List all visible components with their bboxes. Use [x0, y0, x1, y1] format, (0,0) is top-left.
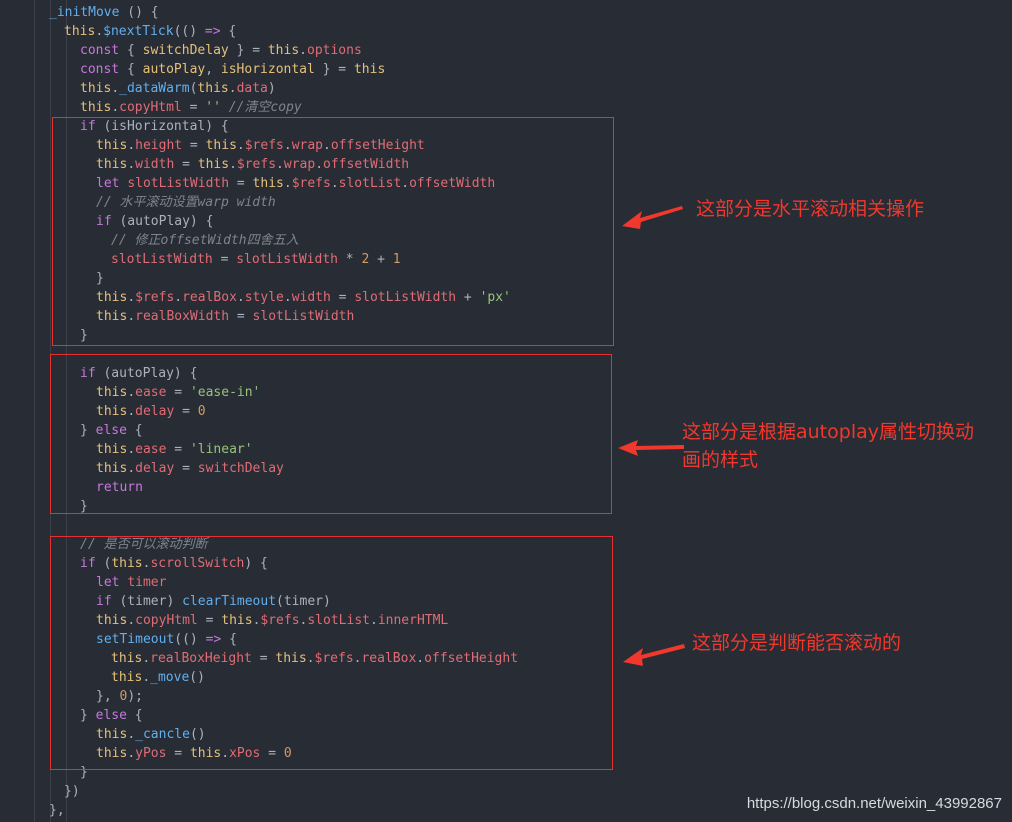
code-token: },	[49, 803, 65, 818]
code-token: =	[181, 100, 206, 115]
code-token: _initMove	[49, 5, 120, 20]
annotation-autoplay-line2: 画的样式	[682, 449, 759, 471]
code-token: } =	[228, 43, 268, 58]
code-token: $nextTick	[103, 24, 174, 39]
code-token: this	[267, 43, 300, 58]
code-editor[interactable]: _initMove () {this.$nextTick(() => {cons…	[0, 0, 1012, 822]
code-token: (()	[173, 24, 205, 39]
code-token: //清空copy	[228, 100, 302, 115]
code-token: .	[299, 43, 307, 58]
code-line: const { switchDelay } = this.options	[80, 41, 362, 60]
code-token: copyHtml	[119, 100, 182, 115]
code-token: isHorizontal	[220, 62, 315, 77]
code-token: data	[236, 81, 268, 96]
arrow-icon	[622, 206, 683, 229]
code-token: const	[80, 62, 120, 77]
code-token: .	[111, 81, 120, 96]
code-token: switchDelay	[142, 43, 229, 58]
code-token: this	[64, 24, 96, 39]
code-token: this	[80, 81, 112, 96]
code-token: .	[111, 100, 120, 115]
code-line: _initMove () {	[49, 3, 159, 22]
arrow-icon	[618, 440, 684, 456]
annotation-horizontal: 这部分是水平滚动相关操作	[696, 198, 925, 220]
annotation-autoplay-line1: 这部分是根据autoplay属性切换动	[682, 421, 974, 443]
code-token: options	[307, 43, 362, 58]
code-line: this.$nextTick(() => {	[64, 22, 236, 41]
code-line: },	[49, 801, 65, 820]
code-token: ,	[205, 62, 221, 77]
highlight-box-horizontal	[52, 117, 614, 346]
code-token: {	[119, 43, 143, 58]
highlight-box-autoplay	[50, 354, 612, 514]
code-line: this._dataWarm(this.data)	[80, 79, 276, 98]
watermark: https://blog.csdn.net/weixin_43992867	[746, 795, 1002, 812]
code-token: autoPlay	[142, 62, 206, 77]
code-token: )	[267, 81, 276, 96]
code-token: ''	[205, 100, 221, 115]
annotation-scroll: 这部分是判断能否滚动的	[692, 632, 902, 654]
code-line: const { autoPlay, isHorizontal } = this	[80, 60, 385, 79]
highlight-box-scroll	[50, 536, 613, 770]
code-token: {	[220, 24, 237, 39]
indent-guide	[34, 0, 35, 822]
code-token: =>	[204, 24, 221, 39]
code-line: })	[64, 782, 80, 801]
code-token: () {	[119, 5, 159, 20]
code-token: {	[119, 62, 143, 77]
code-token: _dataWarm	[119, 81, 190, 96]
code-token: const	[80, 43, 120, 58]
code-token: })	[64, 784, 80, 799]
arrow-icon	[623, 644, 685, 666]
code-token: .	[228, 81, 237, 96]
code-token: .	[95, 24, 104, 39]
code-token: this	[197, 81, 229, 96]
code-token: this	[80, 100, 112, 115]
code-line: this.copyHtml = '' //清空copy	[80, 98, 302, 117]
code-token: this	[353, 62, 386, 77]
code-token: } =	[314, 62, 354, 77]
